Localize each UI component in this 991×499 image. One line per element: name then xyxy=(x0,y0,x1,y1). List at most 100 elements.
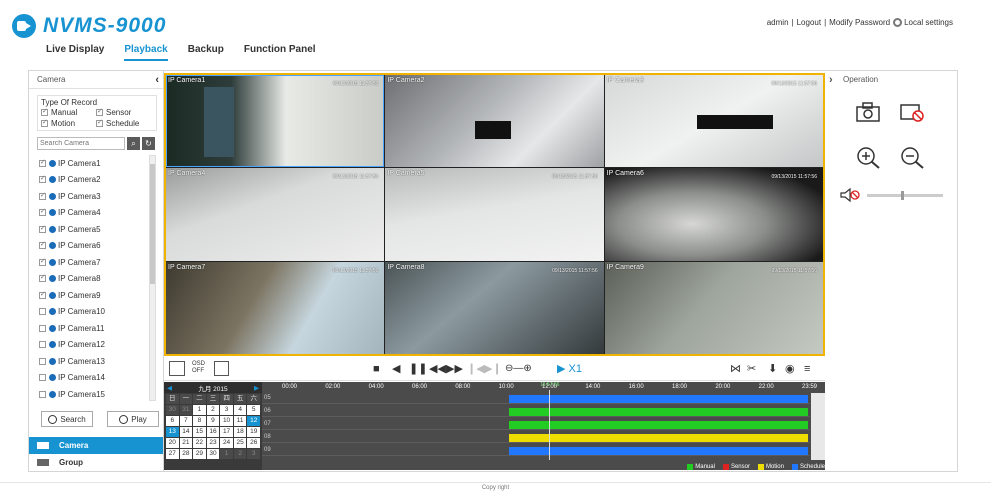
record-type-manual[interactable]: Manual xyxy=(41,107,96,117)
camera-list-item[interactable]: IP Camera11 xyxy=(39,320,147,337)
calendar-day[interactable]: 17 xyxy=(220,427,233,437)
record-type-motion[interactable]: Motion xyxy=(41,118,96,128)
tab-backup[interactable]: Backup xyxy=(188,44,224,61)
calendar-day[interactable]: 18 xyxy=(233,427,247,437)
play-button[interactable]: Play xyxy=(107,411,159,427)
camera-list-item[interactable]: IP Camera7 xyxy=(39,254,147,271)
timeline-row[interactable]: 05 xyxy=(262,393,810,404)
list-icon[interactable]: ≡ xyxy=(804,363,810,375)
close-all-audio-icon[interactable] xyxy=(899,101,925,123)
next-month-icon[interactable]: ▶ xyxy=(254,384,259,392)
checkbox-icon[interactable] xyxy=(39,174,46,184)
camera-list-item[interactable]: IP Camera12 xyxy=(39,337,147,354)
prev-month-icon[interactable]: ◀ xyxy=(167,384,172,392)
camera-list-item[interactable]: IP Camera14 xyxy=(39,370,147,387)
timeline-row[interactable]: 08 xyxy=(262,432,810,443)
collapse-left-icon[interactable]: ‹ xyxy=(155,71,159,89)
checkbox-icon[interactable] xyxy=(96,118,103,127)
calendar-day[interactable]: 6 xyxy=(166,416,179,426)
camera-list-item[interactable]: IP Camera9 xyxy=(39,287,147,304)
checkbox-icon[interactable] xyxy=(39,308,46,316)
stop-icon[interactable]: ■ xyxy=(373,363,380,375)
volume-slider[interactable] xyxy=(867,191,943,200)
mode-group[interactable]: Group xyxy=(29,454,163,471)
calendar-day[interactable]: 28 xyxy=(179,449,193,459)
tab-playback[interactable]: Playback xyxy=(124,44,168,61)
rewind-icon[interactable]: ◀◀ xyxy=(429,363,446,375)
calendar-day[interactable]: 30 xyxy=(206,449,220,459)
video-cell[interactable]: IP Camera7 09/13/2015 11:57:56 xyxy=(166,261,385,354)
checkbox-icon[interactable] xyxy=(41,118,48,127)
calendar-day[interactable]: 9 xyxy=(206,416,220,426)
checkbox-icon[interactable] xyxy=(39,290,46,299)
calendar-day[interactable]: 26 xyxy=(247,438,260,448)
checkbox-icon[interactable] xyxy=(39,191,46,200)
backup-icon[interactable]: ◉ xyxy=(785,363,795,375)
fullscreen-icon[interactable] xyxy=(214,361,229,376)
checkbox-icon[interactable] xyxy=(39,257,46,266)
calendar-day[interactable]: 1 xyxy=(193,405,206,415)
clip-end-icon[interactable]: ✂ xyxy=(747,363,756,375)
checkbox-icon[interactable] xyxy=(39,224,46,233)
camera-list-item[interactable]: IP Camera5 xyxy=(39,221,147,238)
checkbox-icon[interactable] xyxy=(39,374,46,382)
camera-list-item[interactable]: IP Camera15 xyxy=(39,386,147,403)
modify-password-link[interactable]: Modify Password xyxy=(829,18,890,27)
mode-camera[interactable]: Camera xyxy=(29,437,163,454)
checkbox-icon[interactable] xyxy=(39,273,46,283)
calendar-day[interactable]: 2 xyxy=(206,405,220,415)
speed-slider-icon[interactable]: ⊖—⊕ xyxy=(505,363,532,375)
camera-list-item[interactable]: IP Camera6 xyxy=(39,238,147,255)
calendar-day[interactable]: 31 xyxy=(179,405,193,415)
calendar-day[interactable]: 23 xyxy=(206,438,220,448)
calendar-day[interactable]: 2 xyxy=(233,449,247,459)
timeline-cursor[interactable] xyxy=(549,390,551,460)
timeline-row[interactable]: 06 xyxy=(262,406,810,417)
logout-link[interactable]: Logout xyxy=(797,18,821,27)
video-cell[interactable]: IP Camera4 09/13/2015 11:57:56 xyxy=(166,168,385,261)
camera-list-item[interactable]: IP Camera4 xyxy=(39,205,147,222)
checkbox-icon[interactable] xyxy=(39,357,46,365)
pause-icon[interactable]: ❚❚ xyxy=(409,363,427,375)
prev-frame-icon[interactable]: ❙◀ xyxy=(467,363,485,375)
checkbox-icon[interactable] xyxy=(39,207,46,217)
checkbox-icon[interactable] xyxy=(39,324,46,332)
camera-search-input[interactable] xyxy=(37,137,125,150)
search-icon[interactable]: ⌕ xyxy=(127,137,140,150)
calendar-day[interactable]: 8 xyxy=(193,416,206,426)
calendar-day[interactable]: 15 xyxy=(193,427,206,437)
calendar-day[interactable]: 19 xyxy=(247,427,260,437)
checkbox-icon[interactable] xyxy=(96,107,103,116)
video-cell[interactable]: IP Camera6 09/13/2015 11:57:56 xyxy=(604,168,823,261)
timeline-row[interactable]: 07 xyxy=(262,419,810,430)
timeline-scrollbar[interactable] xyxy=(811,393,825,460)
video-cell[interactable]: IP Camera1 09/13/2015 11:57:56 xyxy=(166,75,385,168)
camera-list-item[interactable]: IP Camera2 xyxy=(39,172,147,189)
clip-start-icon[interactable]: ⋈ xyxy=(730,363,741,375)
local-settings-link[interactable]: Local settings xyxy=(904,18,953,27)
osd-toggle[interactable]: OSD OFF xyxy=(192,361,205,375)
mute-icon[interactable] xyxy=(839,187,861,203)
calendar-day[interactable]: 24 xyxy=(220,438,233,448)
camera-list-item[interactable]: IP Camera3 xyxy=(39,188,147,205)
calendar-day[interactable]: 3 xyxy=(220,405,233,415)
volume-handle[interactable] xyxy=(901,191,904,200)
refresh-icon[interactable]: ↻ xyxy=(142,137,155,150)
calendar-day[interactable]: 30 xyxy=(166,405,179,415)
camera-list-item[interactable]: IP Camera8 xyxy=(39,271,147,288)
zoom-out-icon[interactable] xyxy=(899,145,925,169)
timeline-row[interactable]: 09 xyxy=(262,445,810,456)
scroll-thumb[interactable] xyxy=(150,164,155,284)
tab-function-panel[interactable]: Function Panel xyxy=(244,44,316,61)
camera-list-item[interactable]: IP Camera10 xyxy=(39,304,147,321)
calendar-day[interactable]: 7 xyxy=(179,416,193,426)
calendar-day[interactable]: 4 xyxy=(233,405,247,415)
checkbox-icon[interactable] xyxy=(39,341,46,349)
checkbox-icon[interactable] xyxy=(39,240,46,250)
reverse-play-icon[interactable]: ◀ xyxy=(392,363,400,375)
calendar-day[interactable]: 25 xyxy=(233,438,247,448)
tab-live-display[interactable]: Live Display xyxy=(46,44,104,61)
camera-list-item[interactable]: IP Camera1 xyxy=(39,155,147,172)
download-icon[interactable]: ⬇ xyxy=(768,363,777,375)
calendar-day[interactable]: 5 xyxy=(247,405,260,415)
